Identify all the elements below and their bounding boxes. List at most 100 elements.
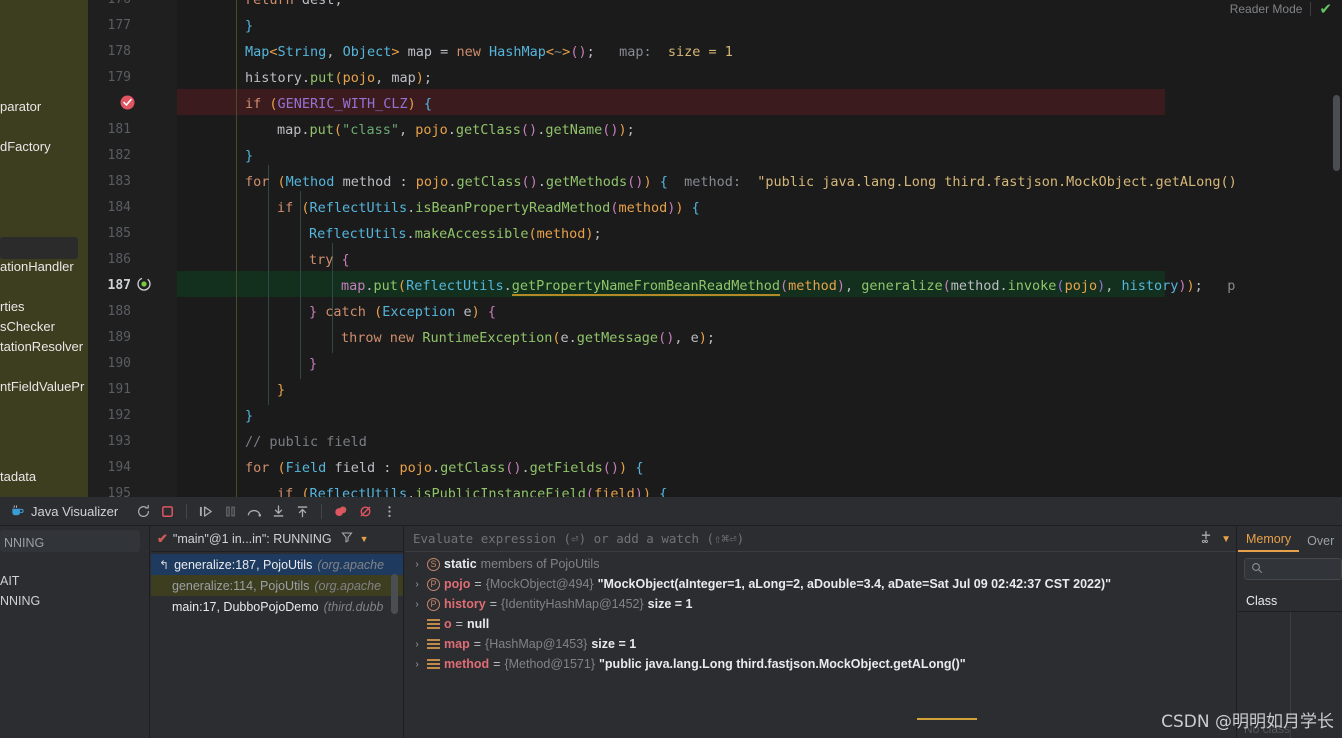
variable-type-pojo: {MockObject@494} <box>486 577 594 591</box>
code-line-187: map.put(ReflectUtils.getPropertyNameFrom… <box>341 278 1235 294</box>
evaluate-expression-bar[interactable]: Evaluate expression (⏎) or add a watch (… <box>405 526 1237 552</box>
expand-arrow-history[interactable]: › <box>411 599 423 610</box>
debug-actions[interactable] <box>132 500 400 522</box>
thread-row-2[interactable]: NNING <box>0 594 40 608</box>
code-line-178: Map<String, Object> map = new HashMap<~>… <box>245 44 733 60</box>
breakpoint-icon[interactable] <box>120 95 135 110</box>
editor-gutter[interactable]: 176 177 178 179 181 182 183 184 185 186 … <box>88 0 177 497</box>
variables-hint-underline <box>917 718 977 720</box>
search-icon <box>1251 562 1263 577</box>
code-line-194: for (Field field : pojo.getClass().getFi… <box>245 460 643 476</box>
variable-row-static[interactable]: › S static members of PojoUtils <box>405 554 1237 574</box>
memory-search-field[interactable] <box>1244 558 1342 580</box>
thread-row-0[interactable]: NNING <box>0 536 44 550</box>
tab-memory[interactable]: Memory <box>1238 532 1299 552</box>
expand-arrow-pojo[interactable]: › <box>411 579 423 590</box>
inspection-ok-icon[interactable]: ✔ <box>1319 2 1332 17</box>
variables-actions[interactable]: ▼ <box>1199 530 1231 549</box>
completion-popup-overlay[interactable]: parator dFactory ationHandler rties sChe… <box>0 0 88 497</box>
watermark: CSDN @明明如月学长 <box>1161 707 1334 732</box>
reader-mode-separator <box>1310 2 1311 16</box>
memory-column-class[interactable]: Class <box>1238 590 1342 612</box>
line-number-187: 187 <box>108 278 131 293</box>
add-watch-button[interactable] <box>1199 530 1213 549</box>
code-line-177: } <box>245 18 253 34</box>
code-line-191: } <box>277 382 285 398</box>
code-line-186: try { <box>309 252 350 268</box>
java-coffee-icon <box>10 504 25 519</box>
step-out-button[interactable] <box>291 500 313 522</box>
completion-item-7[interactable]: tadata <box>0 469 36 484</box>
threads-pane[interactable]: NNING AIT NNING <box>0 526 150 738</box>
variable-value-map: size = 1 <box>591 637 636 651</box>
frames-scrollbar[interactable] <box>391 574 398 614</box>
code-line-183: for (Method method : pojo.getClass().get… <box>245 174 1237 190</box>
stop-button[interactable] <box>156 500 178 522</box>
code-line-193: // public field <box>245 434 367 450</box>
frame-row-2[interactable]: main:17, DubboPojoDemo (third.dubb <box>151 596 404 617</box>
frames-pane[interactable]: ✔ "main"@1 in...in": RUNNING ▼ ↰ general… <box>151 526 404 738</box>
completion-item-3[interactable]: rties <box>0 299 25 314</box>
parameter-icon-history: P <box>427 598 440 611</box>
reader-mode-indicator[interactable]: Reader Mode ✔ <box>1230 0 1332 18</box>
memory-tabs[interactable]: Memory Over <box>1238 526 1342 552</box>
completion-item-2[interactable]: ationHandler <box>0 259 74 274</box>
line-number-179: 179 <box>108 70 131 85</box>
local-variable-icon-o <box>427 619 440 630</box>
variable-row-o[interactable]: › o = null <box>405 614 1237 634</box>
line-number-178: 178 <box>108 44 131 59</box>
code-line-182: } <box>245 148 253 164</box>
frames-dropdown-icon[interactable]: ▼ <box>360 534 369 544</box>
debug-tool-window[interactable]: Java Visualizer <box>0 497 1342 738</box>
completion-item-6[interactable]: ntFieldValuePr <box>0 379 84 394</box>
rerun-button[interactable] <box>132 500 154 522</box>
code-content[interactable]: return dest; } Map<String, Object> map =… <box>177 0 1342 497</box>
tab-overhead[interactable]: Over <box>1299 534 1342 552</box>
expand-arrow-o: › <box>411 619 423 630</box>
completion-item-1[interactable]: dFactory <box>0 139 51 154</box>
frame-label-2: main:17, DubboPojoDemo <box>172 600 319 614</box>
variable-row-history[interactable]: › P history = {IdentityHashMap@1452} siz… <box>405 594 1237 614</box>
line-number-188: 188 <box>108 304 131 319</box>
resume-program-button[interactable] <box>195 500 217 522</box>
frames-header[interactable]: ✔ "main"@1 in...in": RUNNING ▼ <box>151 526 404 552</box>
local-variable-icon-map <box>427 639 440 650</box>
toolbar-separator-1 <box>186 504 187 519</box>
line-number-183: 183 <box>108 174 131 189</box>
variable-name-map: map <box>444 637 470 651</box>
frame-row-0[interactable]: ↰ generalize:187, PojoUtils (org.apache <box>151 554 404 575</box>
frames-filter-icon[interactable] <box>341 531 353 546</box>
frame-label-1: generalize:114, PojoUtils <box>172 579 309 593</box>
editor-vertical-scrollbar[interactable] <box>1333 95 1340 171</box>
variable-eq-o: = <box>456 617 463 631</box>
step-over-button[interactable] <box>243 500 265 522</box>
completion-item-4[interactable]: sChecker <box>0 319 55 334</box>
debug-toolbar[interactable]: Java Visualizer <box>0 497 1342 526</box>
variable-row-map[interactable]: › map = {HashMap@1453} size = 1 <box>405 634 1237 654</box>
variable-suffix-static: members of PojoUtils <box>481 557 600 571</box>
expand-arrow-static[interactable]: › <box>411 559 423 570</box>
code-line-188: } catch (Exception e) { <box>309 304 496 320</box>
line-number-193: 193 <box>108 434 131 449</box>
pause-program-button[interactable] <box>219 500 241 522</box>
code-editor[interactable]: return dest; } Map<String, Object> map =… <box>0 0 1342 497</box>
mute-breakpoints-button[interactable] <box>354 500 376 522</box>
toolbar-separator-2 <box>321 504 322 519</box>
completion-item-5[interactable]: tationResolver <box>0 339 83 354</box>
variable-value-o: null <box>467 617 489 631</box>
view-breakpoints-button[interactable] <box>330 500 352 522</box>
completion-item-0[interactable]: parator <box>0 99 41 114</box>
code-line-190: } <box>309 356 317 372</box>
more-options-button[interactable] <box>378 500 400 522</box>
expand-arrow-map[interactable]: › <box>411 639 423 650</box>
local-variable-icon-method <box>427 659 440 670</box>
expand-arrow-method[interactable]: › <box>411 659 423 670</box>
step-into-button[interactable] <box>267 500 289 522</box>
variable-row-pojo[interactable]: › P pojo = {MockObject@494} "MockObject(… <box>405 574 1237 594</box>
variables-filter-dropdown[interactable]: ▼ <box>1221 534 1231 545</box>
frame-row-1[interactable]: generalize:114, PojoUtils (org.apache <box>151 575 404 596</box>
line-number-189: 189 <box>108 330 131 345</box>
variable-row-method[interactable]: › method = {Method@1571} "public java.la… <box>405 654 1237 674</box>
variables-pane[interactable]: Evaluate expression (⏎) or add a watch (… <box>405 526 1237 738</box>
thread-row-1[interactable]: AIT <box>0 574 19 588</box>
